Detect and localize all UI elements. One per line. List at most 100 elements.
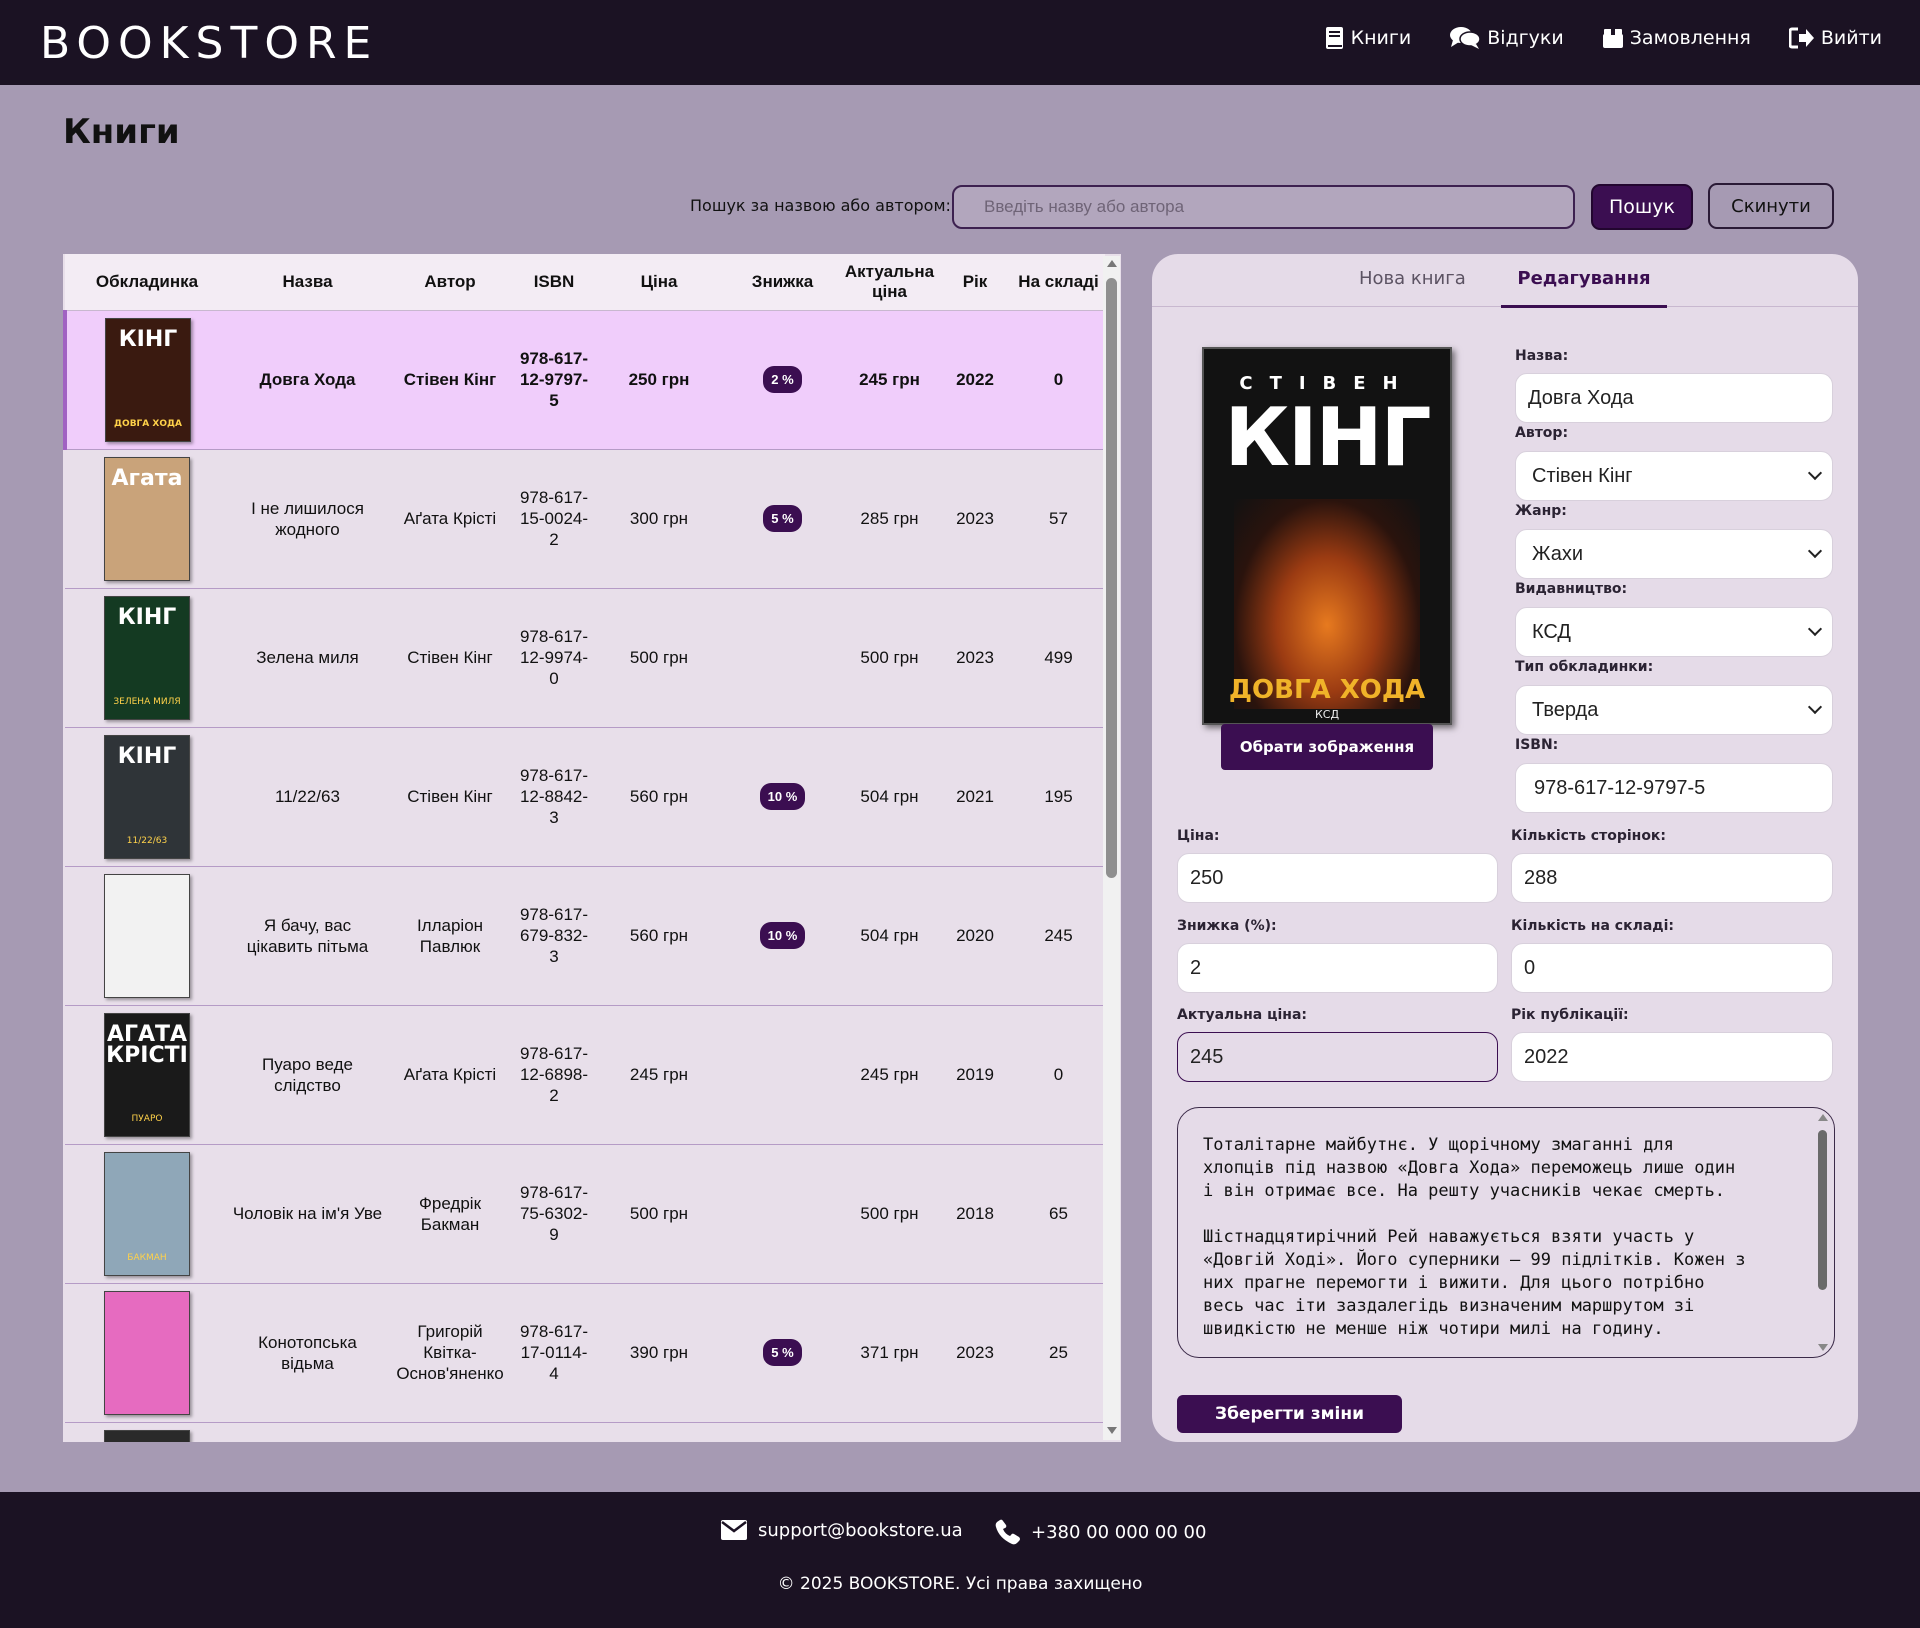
cell-price: [594, 1422, 724, 1442]
book-cover-thumbnail: БАКМАН: [104, 1151, 190, 1276]
table-row[interactable]: Конотопська відьма Григорій Квітка-Основ'…: [65, 1283, 1105, 1422]
label-stock: Кількість на складі:: [1511, 918, 1674, 934]
table-row[interactable]: [65, 1422, 1105, 1442]
nav-books[interactable]: Книги: [1325, 26, 1412, 50]
book-cover-thumbnail: АГАТА КРІСТІ ПУАРО: [104, 1012, 190, 1137]
scroll-down-arrow-icon[interactable]: [1818, 1344, 1828, 1351]
cell-cover: [65, 1283, 229, 1422]
author-select[interactable]: Стівен Кінг: [1515, 451, 1833, 501]
cell-isbn: 978-617-12-9797-5: [519, 349, 589, 410]
nav-logout[interactable]: Вийти: [1788, 26, 1882, 50]
stock-value: 0: [1524, 956, 1536, 979]
cell-cover: КІНГ ДОВГА ХОДА: [65, 310, 229, 449]
cell-actual-price: [841, 1422, 938, 1442]
table-row[interactable]: КІНГ 11/22/63 11/22/63 Стівен Кінг 978-617-1…: [65, 727, 1105, 866]
page-title: Книги: [63, 112, 180, 152]
scroll-up-arrow-icon[interactable]: [1107, 260, 1117, 267]
cell-title: Зелена миля: [256, 648, 359, 667]
genre-select[interactable]: Жахи: [1515, 529, 1833, 579]
cell-author: Аґата Крісті: [403, 1065, 497, 1084]
name-field[interactable]: Довга Хода: [1515, 373, 1833, 423]
cell-price: 390 грн: [629, 1343, 689, 1362]
isbn-field[interactable]: 978-617-12-9797-5: [1515, 763, 1833, 813]
cell-isbn: 978-617-75-6302-9: [519, 1183, 589, 1244]
tab-new-book[interactable]: Нова книга: [1359, 268, 1466, 289]
cell-title: Чоловік на ім'я Уве: [232, 1204, 383, 1223]
logout-icon: [1788, 27, 1814, 49]
footer-phone[interactable]: +380 00 000 00 00: [995, 1519, 1206, 1545]
cell-actual-price: 500 грн: [860, 648, 919, 667]
cell-title: Довга Хода: [259, 370, 356, 389]
label-cover-type: Тип обкладинки:: [1515, 659, 1654, 675]
table-row[interactable]: БАКМАН Чоловік на ім'я Уве Фредрік Бакман 9…: [65, 1144, 1105, 1283]
nav-reviews[interactable]: Відгуки: [1449, 26, 1564, 50]
cell-discount: 5 %: [724, 1283, 841, 1422]
label-actual-price: Актуальна ціна:: [1177, 1007, 1308, 1023]
cell-cover: [65, 866, 229, 1005]
book-editor-panel: Нова книга Редагування СТІВЕН КІНГ ДОВГА…: [1152, 254, 1858, 1442]
cell-price: 300 грн: [629, 509, 689, 528]
footer-email-text: support@bookstore.ua: [758, 1519, 963, 1541]
col-actual-price: Актуальна ціна: [841, 254, 938, 311]
table-row[interactable]: АГАТА КРІСТІ ПУАРО Пуаро веде слідство Аґат…: [65, 1005, 1105, 1144]
search-input[interactable]: [952, 185, 1575, 229]
cover-title-text: ДОВГА ХОДА: [1228, 675, 1426, 705]
book-cover-thumbnail: [104, 1429, 190, 1442]
table-scrollbar[interactable]: [1103, 256, 1120, 1440]
scroll-thumb[interactable]: [1818, 1130, 1827, 1290]
nav-books-label: Книги: [1350, 27, 1412, 49]
nav-orders[interactable]: Замовлення: [1602, 26, 1751, 50]
nav-reviews-label: Відгуки: [1487, 27, 1564, 49]
tab-edit[interactable]: Редагування: [1501, 268, 1667, 308]
cover-type-select[interactable]: Тверда: [1515, 685, 1833, 735]
cell-title: Пуаро веде слідство: [262, 1054, 353, 1095]
search-button[interactable]: Пошук: [1591, 184, 1693, 230]
cell-year: 2022: [956, 370, 994, 389]
cover-thumb-text: АГАТА КРІСТІ: [106, 1021, 188, 1068]
discount-badge: 5 %: [763, 505, 802, 532]
pages-field[interactable]: 288: [1511, 853, 1833, 903]
cell-stock: 0: [1053, 1065, 1064, 1084]
logo[interactable]: BOOKSTORE: [40, 18, 378, 69]
cell-actual-price: 500 грн: [860, 1204, 919, 1223]
year-field[interactable]: 2022: [1511, 1032, 1833, 1082]
scroll-down-arrow-icon[interactable]: [1107, 1427, 1117, 1434]
description-scrollbar[interactable]: [1815, 1110, 1831, 1355]
stock-field[interactable]: 0: [1511, 943, 1833, 993]
cell-price: 250 грн: [628, 370, 690, 389]
cell-author: [386, 1422, 514, 1442]
cell-actual-price: 371 грн: [860, 1343, 919, 1362]
scroll-up-arrow-icon[interactable]: [1818, 1114, 1828, 1121]
table-row[interactable]: Агата І не лишилося жодного Аґата Крісті 97…: [65, 449, 1105, 588]
col-year: Рік: [938, 254, 1012, 311]
cell-author: Стівен Кінг: [403, 370, 497, 389]
reset-button[interactable]: Скинути: [1708, 183, 1834, 229]
discount-field[interactable]: 2: [1177, 943, 1498, 993]
cell-discount: [724, 1144, 841, 1283]
label-genre: Жанр:: [1515, 503, 1567, 519]
cell-actual-price: 245 грн: [860, 1065, 919, 1084]
save-changes-button[interactable]: Зберегти зміни: [1177, 1395, 1402, 1433]
cell-cover: [65, 1422, 229, 1442]
scroll-thumb[interactable]: [1106, 278, 1117, 878]
cell-title: Я бачу, вас цікавить пітьма: [246, 915, 369, 956]
choose-image-button[interactable]: Обрати зображення: [1221, 724, 1433, 770]
label-isbn: ISBN:: [1515, 737, 1559, 753]
cover-thumb-text: КІНГ: [117, 604, 177, 630]
cell-stock: 25: [1049, 1343, 1068, 1362]
table-row[interactable]: Я бачу, вас цікавить пітьма Ілларіон Павл…: [65, 866, 1105, 1005]
description-textarea[interactable]: Тоталітарне майбутнє. У щорічному змаган…: [1177, 1107, 1835, 1358]
col-cover: Обкладинка: [65, 254, 229, 311]
cell-author: Григорій Квітка-Основ'яненко: [396, 1322, 504, 1383]
footer-email[interactable]: support@bookstore.ua: [720, 1519, 963, 1541]
pages-value: 288: [1524, 866, 1558, 889]
table-row[interactable]: КІНГ ЗЕЛЕНА МИЛЯ Зелена миля Стівен Кінг 978…: [65, 588, 1105, 727]
chevron-down-icon: [1807, 699, 1823, 715]
table-row[interactable]: КІНГ ДОВГА ХОДА Довга Хода Стівен Кінг 978-6…: [65, 310, 1105, 449]
cover-name-text: КІНГ: [1224, 391, 1431, 484]
publisher-select[interactable]: КСД: [1515, 607, 1833, 657]
cell-actual-price: 245 грн: [859, 370, 920, 389]
book-cover-thumbnail: КІНГ ЗЕЛЕНА МИЛЯ: [104, 595, 190, 720]
cell-isbn: 978-617-17-0114-4: [519, 1322, 589, 1383]
price-field[interactable]: 250: [1177, 853, 1498, 903]
